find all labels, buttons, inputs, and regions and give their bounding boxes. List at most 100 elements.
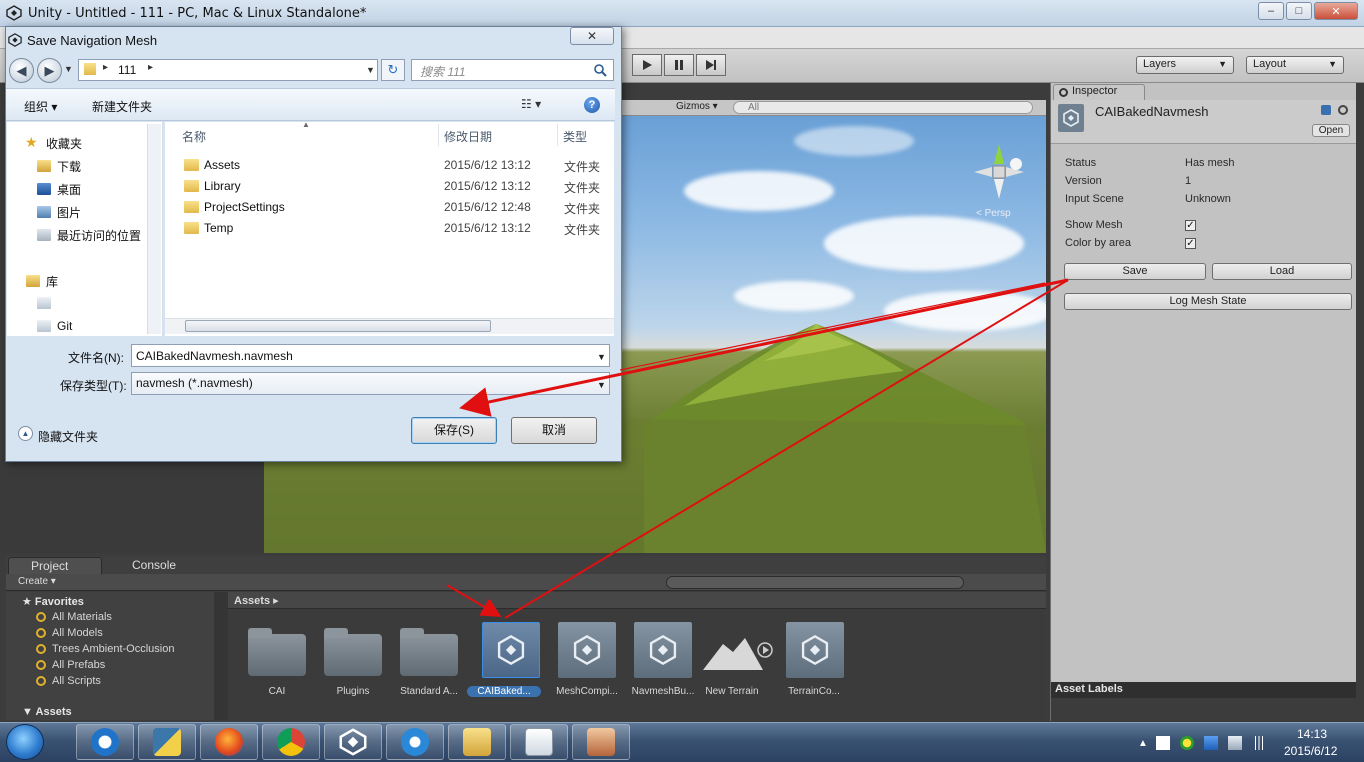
recent-locations-dropdown[interactable]: ▼ [64, 64, 73, 74]
taskbar-notepad[interactable] [510, 724, 568, 760]
play-button[interactable] [632, 54, 662, 76]
input-method-icon[interactable] [1204, 736, 1218, 750]
maximize-button[interactable]: □ [1286, 2, 1312, 20]
security-icon[interactable] [1180, 736, 1194, 750]
organize-button[interactable]: 组织 ▾ [24, 98, 57, 115]
scene-search-input[interactable]: All [733, 101, 1033, 114]
step-button[interactable] [696, 54, 726, 76]
refresh-button[interactable]: ↻ [381, 59, 405, 81]
hide-folders-toggle[interactable]: 隐藏文件夹 [38, 428, 98, 445]
minimize-button[interactable]: – [1258, 2, 1284, 20]
inspector-asset-name: CAIBakedNavmesh [1095, 104, 1209, 119]
taskbar-game[interactable] [572, 724, 630, 760]
favorites-header[interactable]: ★ Favorites [22, 595, 84, 608]
load-button[interactable]: Load [1212, 263, 1352, 280]
taskbar-chrome[interactable] [262, 724, 320, 760]
back-button[interactable]: ◀ [9, 58, 34, 83]
taskbar-cloud[interactable] [386, 724, 444, 760]
folder-icon[interactable] [324, 628, 382, 676]
nav-item-desktop[interactable]: 桌面 [57, 181, 81, 198]
filetype-select[interactable]: navmesh (*.navmesh) [131, 372, 610, 395]
script-asset-icon[interactable] [786, 622, 844, 678]
address-dropdown-icon[interactable]: ▼ [366, 65, 375, 75]
show-mesh-checkbox[interactable]: ✓ [1185, 220, 1196, 231]
nav-library[interactable]: 库 [46, 273, 58, 290]
file-row-name[interactable]: Temp [204, 221, 233, 235]
open-button[interactable]: Open [1312, 124, 1350, 137]
script-asset-icon[interactable] [558, 622, 616, 678]
navigation-scrollbar[interactable] [147, 124, 161, 334]
nav-item-git[interactable]: Git [57, 319, 72, 333]
folder-icon[interactable] [248, 628, 306, 676]
favorite-item[interactable]: Trees Ambient-Occlusion [52, 643, 174, 655]
favorite-item[interactable]: All Materials [52, 611, 112, 623]
taskbar-kingsoft[interactable] [76, 724, 134, 760]
column-divider[interactable] [557, 124, 558, 146]
column-divider[interactable] [438, 124, 439, 146]
layout-dropdown[interactable]: Layout ▼ [1246, 56, 1344, 74]
taskbar-explorer[interactable] [448, 724, 506, 760]
favorite-item[interactable]: All Models [52, 627, 103, 639]
gizmos-dropdown[interactable]: Gizmos ▾ [676, 101, 718, 112]
folder-icon[interactable] [400, 628, 458, 676]
terrain-asset-icon[interactable] [703, 634, 775, 674]
tab-inspector[interactable]: Inspector [1053, 84, 1145, 100]
layers-dropdown[interactable]: Layers ▼ [1136, 56, 1234, 74]
dialog-search-input[interactable]: 搜索 111 [411, 59, 614, 81]
view-options-icon[interactable]: ☷ ▾ [521, 97, 541, 111]
taskbar-firefox[interactable] [200, 724, 258, 760]
close-button[interactable]: ✕ [1314, 2, 1358, 20]
file-row-name[interactable]: Library [204, 179, 241, 193]
navmesh-asset-icon[interactable] [482, 622, 540, 678]
file-row-name[interactable]: ProjectSettings [204, 200, 285, 214]
filename-input[interactable] [131, 344, 610, 367]
unity-window-title: Unity - Untitled - 111 - PC, Mac & Linux… [28, 6, 367, 21]
create-dropdown[interactable]: Create ▾ [18, 576, 56, 587]
tab-project[interactable]: Project [8, 557, 102, 574]
scrollbar-thumb[interactable] [185, 320, 491, 332]
organize-label: 组织 [24, 100, 49, 114]
tray-expand-icon[interactable]: ▲ [1138, 738, 1148, 749]
taskbar-unity[interactable] [324, 724, 382, 760]
search-icon [36, 644, 46, 654]
start-button[interactable] [6, 724, 44, 760]
file-row-name[interactable]: Assets [204, 158, 240, 172]
dialog-save-button[interactable]: 保存(S) [411, 417, 497, 444]
dialog-close-button[interactable]: ✕ [570, 27, 614, 45]
chevron-down-icon[interactable]: ▼ [597, 352, 606, 362]
nav-item-recent[interactable]: 最近访问的位置 [57, 227, 141, 244]
script-asset-icon[interactable] [634, 622, 692, 678]
log-mesh-state-button[interactable]: Log Mesh State [1064, 293, 1352, 310]
project-search-input[interactable] [666, 576, 964, 589]
project-splitter[interactable] [214, 592, 228, 720]
favorite-item[interactable]: All Prefabs [52, 659, 105, 671]
dialog-cancel-button[interactable]: 取消 [511, 417, 597, 444]
scene-orientation-gizmo[interactable] [964, 124, 1034, 214]
help-icon[interactable]: ? [584, 97, 600, 113]
column-header-type[interactable]: 类型 [563, 128, 587, 145]
address-text[interactable]: 111 [118, 63, 136, 77]
nav-item-downloads[interactable]: 下载 [57, 158, 81, 175]
chevron-down-icon[interactable]: ▼ [597, 380, 606, 390]
clock-time[interactable]: 14:13 [1297, 727, 1327, 741]
network-icon[interactable] [1228, 736, 1242, 750]
tab-console[interactable]: Console [110, 557, 200, 574]
forward-button[interactable]: ▶ [37, 58, 62, 83]
column-header-date[interactable]: 修改日期 [444, 128, 492, 145]
gear-icon[interactable] [1320, 104, 1350, 118]
breadcrumb[interactable]: Assets ▸ [234, 594, 279, 607]
assets-tree-header[interactable]: ▼ Assets [22, 706, 72, 718]
nav-item-pictures[interactable]: 图片 [57, 204, 81, 221]
new-folder-button[interactable]: 新建文件夹 [92, 98, 152, 115]
favorite-item[interactable]: All Scripts [52, 675, 101, 687]
column-header-name[interactable]: 名称 [182, 128, 206, 145]
nav-favorites[interactable]: 收藏夹 [46, 135, 82, 152]
chevron-up-icon[interactable]: ▲ [18, 426, 33, 441]
save-button[interactable]: Save [1064, 263, 1206, 280]
signal-icon[interactable] [1252, 736, 1266, 750]
pause-button[interactable] [664, 54, 694, 76]
windows-flag-icon[interactable] [1156, 736, 1170, 750]
color-by-area-checkbox[interactable]: ✓ [1185, 238, 1196, 249]
clock-date[interactable]: 2015/6/12 [1284, 744, 1337, 758]
taskbar-python[interactable] [138, 724, 196, 760]
